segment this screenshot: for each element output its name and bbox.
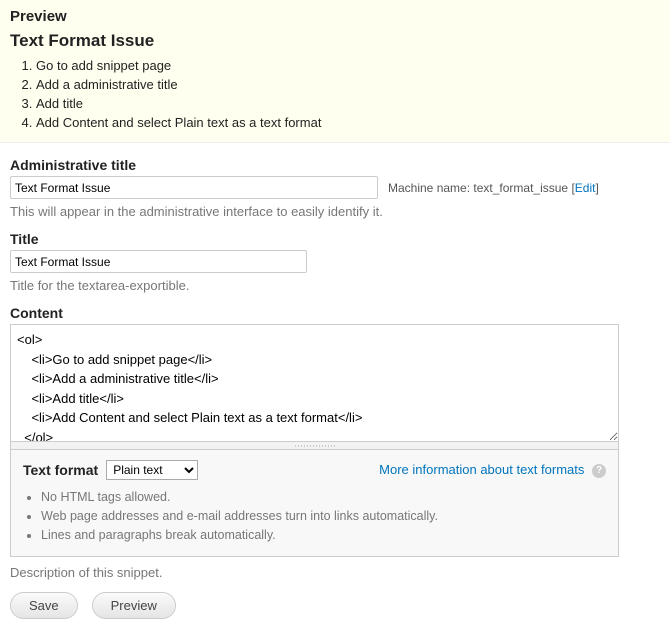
content-textarea[interactable]: <ol> <li>Go to add snippet page</li> <li… [10,324,619,442]
text-format-tips: No HTML tags allowed. Web page addresses… [41,488,606,544]
text-format-label: Text format [23,462,98,478]
title-label: Title [10,231,660,247]
text-format-fieldset: Text format Plain text More information … [10,450,619,557]
list-item: Add title [36,95,660,114]
preview-list: Go to add snippet page Add a administrat… [36,57,660,132]
admin-title-description: This will appear in the administrative i… [10,204,660,221]
preview-title: Text Format Issue [10,31,660,51]
text-format-select[interactable]: Plain text [106,460,198,480]
list-item: Go to add snippet page [36,57,660,76]
content-label: Content [10,305,660,321]
title-input[interactable] [10,250,307,273]
title-description: Title for the textarea-exportible. [10,278,660,295]
list-item: Add a administrative title [36,76,660,95]
machine-name-value: text_format_issue [473,181,568,195]
machine-name-prefix: Machine name: [388,181,473,195]
help-icon[interactable]: ? [592,464,606,478]
list-item: Web page addresses and e-mail addresses … [41,507,606,526]
list-item: Add Content and select Plain text as a t… [36,114,660,133]
preview-button[interactable]: Preview [92,592,176,619]
preview-heading: Preview [10,8,660,25]
list-item: No HTML tags allowed. [41,488,606,507]
machine-name-edit-link[interactable]: Edit [575,181,596,195]
text-format-more-link[interactable]: More information about text formats [379,462,584,477]
admin-title-input[interactable] [10,176,378,199]
admin-title-label: Administrative title [10,157,660,173]
textarea-resize-grip[interactable] [10,442,619,450]
machine-name-display: Machine name: text_format_issue [Edit] [388,181,599,195]
snippet-form: Administrative title Machine name: text_… [0,143,670,631]
snippet-description: Description of this snippet. [10,565,660,582]
save-button[interactable]: Save [10,592,78,619]
list-item: Lines and paragraphs break automatically… [41,526,606,545]
preview-block: Preview Text Format Issue Go to add snip… [0,0,670,143]
